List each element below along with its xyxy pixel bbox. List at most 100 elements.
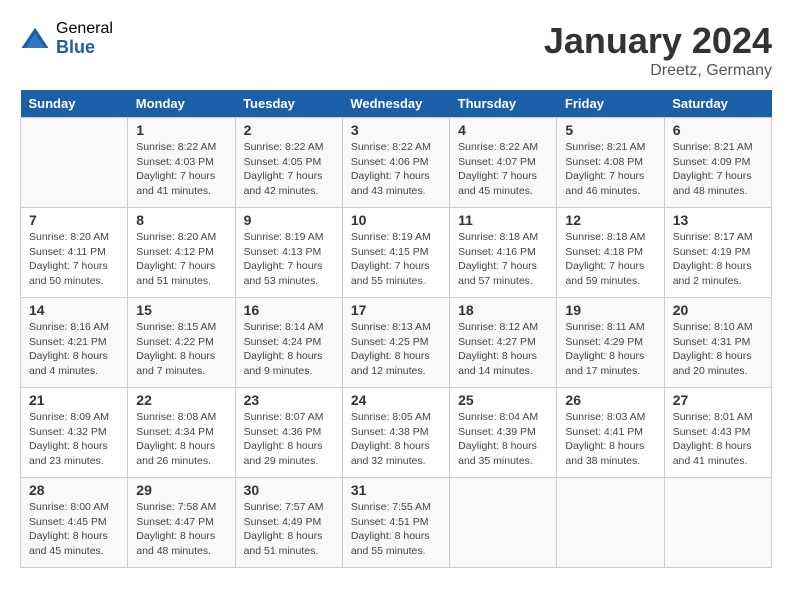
day-number: 31 (351, 482, 441, 498)
day-number: 21 (29, 392, 119, 408)
calendar-cell: 17Sunrise: 8:13 AMSunset: 4:25 PMDayligh… (342, 298, 449, 388)
calendar-cell: 25 Sunrise: 8:04 AMSunset: 4:39 PMDayligh… (450, 388, 557, 478)
day-number: 3 (351, 122, 441, 138)
calendar-cell: 27 Sunrise: 8:01 AMSunset: 4:43 PMDayligh… (664, 388, 771, 478)
calendar-cell: 30Sunrise: 7:57 AMSunset: 4:49 PMDayligh… (235, 478, 342, 568)
day-info: Sunrise: 8:22 AMSunset: 4:03 PMDaylight:… (136, 140, 226, 199)
calendar-header: SundayMondayTuesdayWednesdayThursdayFrid… (21, 90, 772, 118)
day-info: Sunrise: 8:19 AMSunset: 4:15 PMDaylight:… (351, 230, 441, 289)
day-number: 12 (565, 212, 655, 228)
day-info: Sunrise: 7:55 AMSunset: 4:51 PMDaylight:… (351, 500, 441, 559)
calendar-cell: 6Sunrise: 8:21 AMSunset: 4:09 PMDaylight… (664, 118, 771, 208)
calendar-cell: 11 Sunrise: 8:18 AMSunset: 4:16 PMDayligh… (450, 208, 557, 298)
day-info: Sunrise: 8:07 AMSunset: 4:36 PMDaylight:… (244, 410, 334, 469)
day-info: Sunrise: 8:18 AMSunset: 4:18 PMDaylight:… (565, 230, 655, 289)
calendar-cell (664, 478, 771, 568)
day-number: 10 (351, 212, 441, 228)
day-info: Sunrise: 7:57 AMSunset: 4:49 PMDaylight:… (244, 500, 334, 559)
logo-general: General (56, 20, 113, 38)
day-info: Sunrise: 8:17 AMSunset: 4:19 PMDaylight:… (673, 230, 763, 289)
day-number: 29 (136, 482, 226, 498)
calendar-cell: 1 Sunrise: 8:22 AMSunset: 4:03 PMDaylight… (128, 118, 235, 208)
day-number: 1 (136, 122, 226, 138)
calendar-cell: 23 Sunrise: 8:07 AMSunset: 4:36 PMDayligh… (235, 388, 342, 478)
day-number: 22 (136, 392, 226, 408)
day-info: Sunrise: 8:00 AMSunset: 4:45 PMDaylight:… (29, 500, 119, 559)
day-number: 2 (244, 122, 334, 138)
calendar-cell: 21 Sunrise: 8:09 AMSunset: 4:32 PMDayligh… (21, 388, 128, 478)
day-info: Sunrise: 8:18 AMSunset: 4:16 PMDaylight:… (458, 230, 548, 289)
day-number: 26 (565, 392, 655, 408)
calendar-cell: 15 Sunrise: 8:15 AMSunset: 4:22 PMDayligh… (128, 298, 235, 388)
calendar-week-row: 28 Sunrise: 8:00 AMSunset: 4:45 PMDayligh… (21, 478, 772, 568)
calendar-cell (21, 118, 128, 208)
calendar-cell: 9Sunrise: 8:19 AMSunset: 4:13 PMDaylight… (235, 208, 342, 298)
day-number: 18 (458, 302, 548, 318)
calendar-cell: 13 Sunrise: 8:17 AMSunset: 4:19 PMDayligh… (664, 208, 771, 298)
day-number: 27 (673, 392, 763, 408)
logo: General Blue (20, 20, 113, 57)
day-info: Sunrise: 8:01 AMSunset: 4:43 PMDaylight:… (673, 410, 763, 469)
weekday-header: Sunday (21, 90, 128, 118)
day-number: 9 (244, 212, 334, 228)
calendar-cell: 2 Sunrise: 8:22 AMSunset: 4:05 PMDaylight… (235, 118, 342, 208)
calendar-table: SundayMondayTuesdayWednesdayThursdayFrid… (20, 90, 772, 568)
calendar-cell: 4Sunrise: 8:22 AMSunset: 4:07 PMDaylight… (450, 118, 557, 208)
day-info: Sunrise: 8:20 AMSunset: 4:11 PMDaylight:… (29, 230, 119, 289)
day-info: Sunrise: 8:22 AMSunset: 4:06 PMDaylight:… (351, 140, 441, 199)
day-info: Sunrise: 8:20 AMSunset: 4:12 PMDaylight:… (136, 230, 226, 289)
calendar-cell: 14 Sunrise: 8:16 AMSunset: 4:21 PMDayligh… (21, 298, 128, 388)
day-info: Sunrise: 8:21 AMSunset: 4:08 PMDaylight:… (565, 140, 655, 199)
day-info: Sunrise: 8:10 AMSunset: 4:31 PMDaylight:… (673, 320, 763, 379)
weekday-header: Wednesday (342, 90, 449, 118)
day-number: 13 (673, 212, 763, 228)
day-number: 4 (458, 122, 548, 138)
day-info: Sunrise: 7:58 AMSunset: 4:47 PMDaylight:… (136, 500, 226, 559)
day-info: Sunrise: 8:16 AMSunset: 4:21 PMDaylight:… (29, 320, 119, 379)
day-number: 16 (244, 302, 334, 318)
day-number: 11 (458, 212, 548, 228)
day-number: 7 (29, 212, 119, 228)
logo-blue: Blue (56, 38, 113, 58)
calendar-body: 1 Sunrise: 8:22 AMSunset: 4:03 PMDaylight… (21, 118, 772, 568)
day-number: 19 (565, 302, 655, 318)
day-number: 14 (29, 302, 119, 318)
page-header: General Blue January 2024 Dreetz, German… (20, 20, 772, 80)
day-number: 8 (136, 212, 226, 228)
calendar-cell (450, 478, 557, 568)
weekday-header: Monday (128, 90, 235, 118)
day-number: 24 (351, 392, 441, 408)
calendar-cell: 26 Sunrise: 8:03 AMSunset: 4:41 PMDayligh… (557, 388, 664, 478)
day-info: Sunrise: 8:08 AMSunset: 4:34 PMDaylight:… (136, 410, 226, 469)
day-info: Sunrise: 8:14 AMSunset: 4:24 PMDaylight:… (244, 320, 334, 379)
calendar-week-row: 14 Sunrise: 8:16 AMSunset: 4:21 PMDayligh… (21, 298, 772, 388)
calendar-week-row: 21 Sunrise: 8:09 AMSunset: 4:32 PMDayligh… (21, 388, 772, 478)
day-number: 23 (244, 392, 334, 408)
day-number: 25 (458, 392, 548, 408)
day-info: Sunrise: 8:09 AMSunset: 4:32 PMDaylight:… (29, 410, 119, 469)
day-info: Sunrise: 8:11 AMSunset: 4:29 PMDaylight:… (565, 320, 655, 379)
day-info: Sunrise: 8:04 AMSunset: 4:39 PMDaylight:… (458, 410, 548, 469)
calendar-cell: 20Sunrise: 8:10 AMSunset: 4:31 PMDayligh… (664, 298, 771, 388)
calendar-cell: 7 Sunrise: 8:20 AMSunset: 4:11 PMDaylight… (21, 208, 128, 298)
day-number: 15 (136, 302, 226, 318)
day-info: Sunrise: 8:03 AMSunset: 4:41 PMDaylight:… (565, 410, 655, 469)
calendar-cell: 28 Sunrise: 8:00 AMSunset: 4:45 PMDayligh… (21, 478, 128, 568)
weekday-header: Friday (557, 90, 664, 118)
calendar-cell (557, 478, 664, 568)
day-info: Sunrise: 8:15 AMSunset: 4:22 PMDaylight:… (136, 320, 226, 379)
calendar-cell: 31 Sunrise: 7:55 AMSunset: 4:51 PMDayligh… (342, 478, 449, 568)
weekday-header: Tuesday (235, 90, 342, 118)
weekday-header: Thursday (450, 90, 557, 118)
weekday-header: Saturday (664, 90, 771, 118)
calendar-cell: 10 Sunrise: 8:19 AMSunset: 4:15 PMDayligh… (342, 208, 449, 298)
calendar-week-row: 1 Sunrise: 8:22 AMSunset: 4:03 PMDaylight… (21, 118, 772, 208)
calendar-cell: 24Sunrise: 8:05 AMSunset: 4:38 PMDayligh… (342, 388, 449, 478)
day-info: Sunrise: 8:22 AMSunset: 4:05 PMDaylight:… (244, 140, 334, 199)
calendar-cell: 19 Sunrise: 8:11 AMSunset: 4:29 PMDayligh… (557, 298, 664, 388)
header-row: SundayMondayTuesdayWednesdayThursdayFrid… (21, 90, 772, 118)
calendar-cell: 3 Sunrise: 8:22 AMSunset: 4:06 PMDaylight… (342, 118, 449, 208)
day-number: 6 (673, 122, 763, 138)
calendar-cell: 8 Sunrise: 8:20 AMSunset: 4:12 PMDaylight… (128, 208, 235, 298)
day-number: 28 (29, 482, 119, 498)
